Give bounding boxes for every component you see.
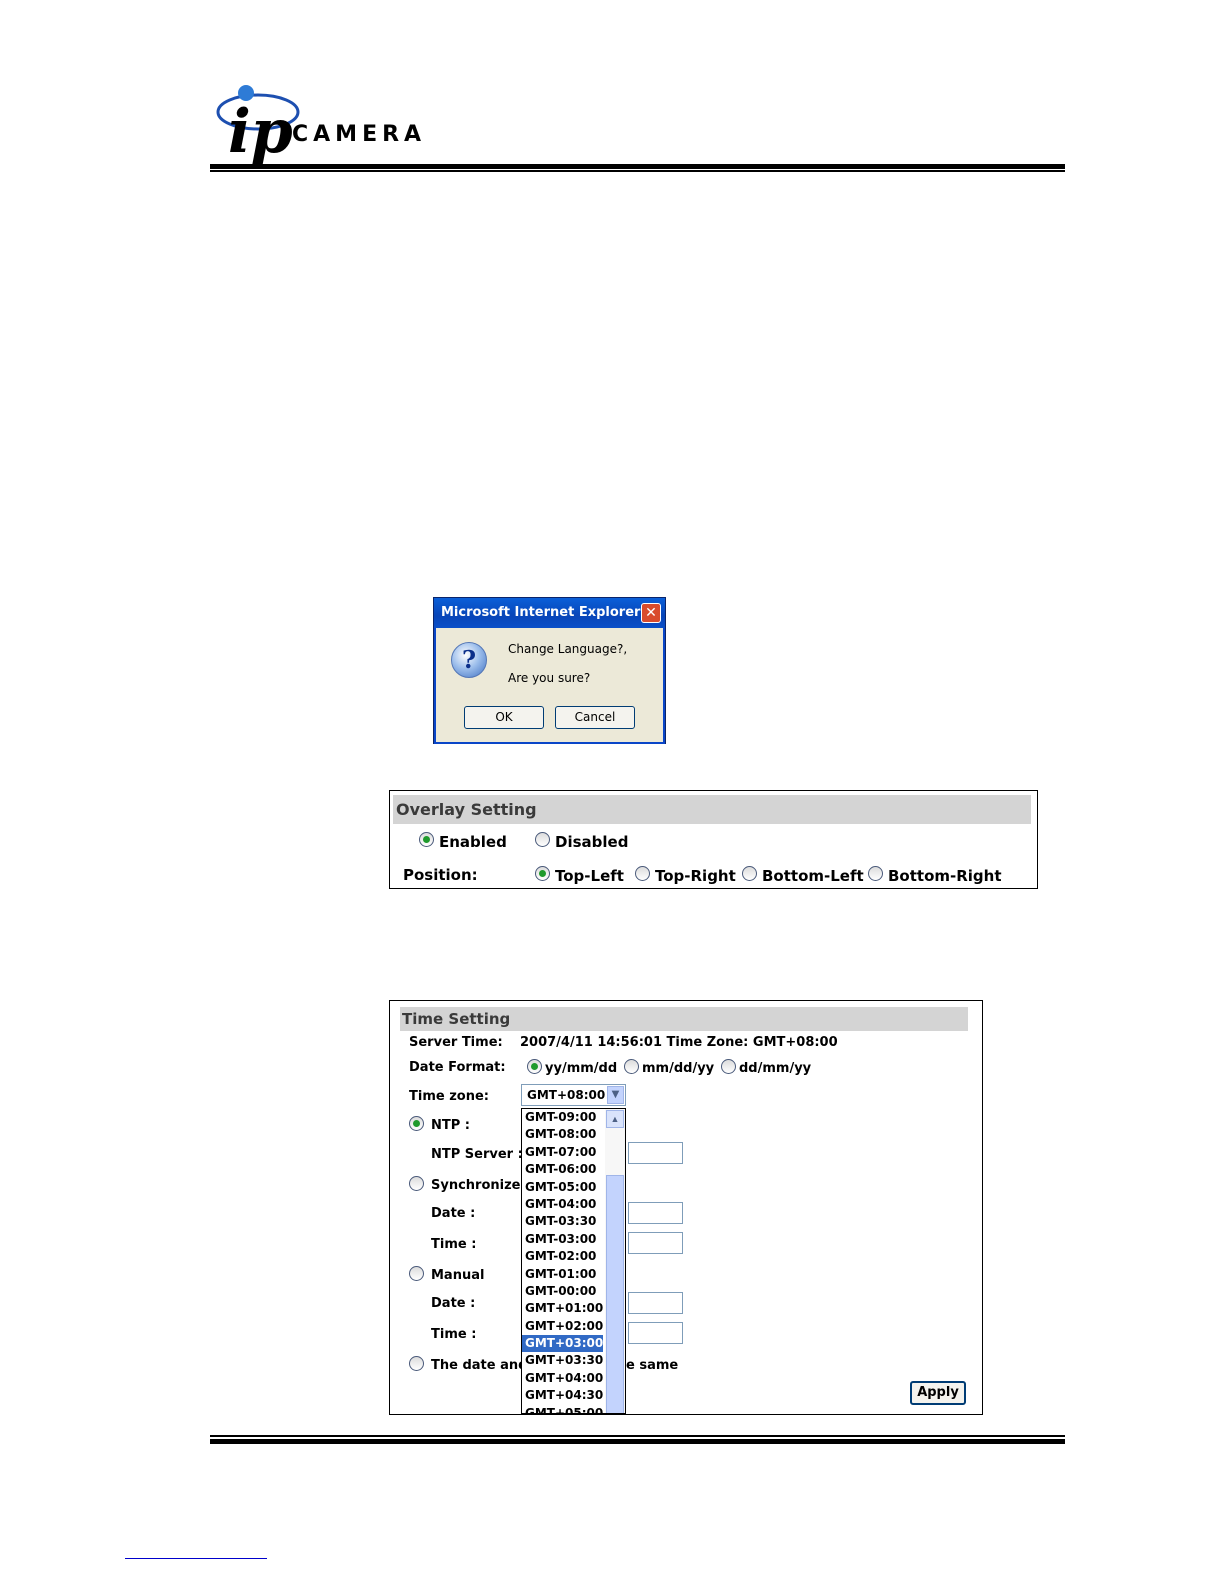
timezone-option[interactable]: GMT-01:00 [522,1266,603,1283]
footer-rule-thin [210,1435,1065,1437]
sync-radio[interactable] [409,1176,424,1191]
timezone-dropdown-list[interactable]: GMT-09:00 GMT-08:00 GMT-07:00 GMT-06:00 GMT-… [521,1108,626,1414]
date-format-label: Date Format: [409,1060,506,1075]
position-bottom-left-label: Bottom-Left [762,867,864,885]
timezone-option[interactable]: GMT-03:30 [522,1213,603,1230]
fmt-dmy-label: dd/mm/yy [739,1061,812,1076]
timezone-option[interactable]: GMT-04:00 [522,1196,603,1213]
ntp-server-label: NTP Server : [431,1147,523,1162]
timezone-option[interactable]: GMT-08:00 [522,1126,603,1143]
close-icon[interactable]: ✕ [641,603,661,623]
ntp-label: NTP : [431,1118,470,1133]
manual-time-input[interactable] [628,1322,683,1344]
position-bottom-right-label: Bottom-Right [888,867,1002,885]
sync-label: Synchronize [431,1178,521,1193]
confirm-dialog: Microsoft Internet Explorer ✕ ? Change L… [433,597,666,744]
ok-button[interactable]: OK [464,706,544,729]
manual-label: Manual [431,1268,485,1283]
fmt-ymd-label: yy/mm/dd [545,1061,618,1076]
manual-radio[interactable] [409,1266,424,1281]
position-top-left-label: Top-Left [555,867,624,885]
timezone-option[interactable]: GMT-09:00 [522,1109,603,1126]
server-time-value: 2007/4/11 14:56:01 Time Zone: GMT+08:00 [520,1035,838,1050]
logo-camera-text: CAMERA [292,122,427,147]
timezone-option[interactable]: GMT+02:00 [522,1318,603,1335]
dialog-title: Microsoft Internet Explorer [441,605,641,620]
timezone-option[interactable]: GMT-07:00 [522,1144,603,1161]
position-bottom-right-radio[interactable] [868,866,883,881]
timezone-option[interactable]: GMT-02:00 [522,1248,603,1265]
chevron-down-icon[interactable]: ▼ [607,1086,624,1104]
dropdown-scrollbar[interactable]: ▲ [605,1109,625,1413]
same-as-pc-radio[interactable] [409,1356,424,1371]
position-top-left-radio[interactable] [535,866,550,881]
same-as-pc-label-right: e same [626,1358,679,1373]
footer-rule [210,1439,1065,1444]
fmt-mdy-label: mm/dd/yy [642,1061,715,1076]
fmt-mdy-radio[interactable] [624,1059,639,1074]
timezone-option[interactable]: GMT-00:00 [522,1283,603,1300]
sync-time-input[interactable] [628,1232,683,1254]
sync-time-label: Time : [431,1237,477,1252]
overlay-disabled-label: Disabled [555,833,629,851]
sync-date-label: Date : [431,1206,476,1221]
timezone-option[interactable]: GMT-05:00 [522,1179,603,1196]
dialog-message-line2: Are you sure? [508,671,591,685]
manual-date-label: Date : [431,1296,476,1311]
timezone-option[interactable]: GMT-03:00 [522,1231,603,1248]
timezone-label: Time zone: [409,1089,489,1104]
time-heading: Time Setting [400,1007,968,1031]
position-top-right-radio[interactable] [635,866,650,881]
timezone-option[interactable]: GMT-06:00 [522,1161,603,1178]
header-rule [210,164,1065,169]
overlay-enabled-label: Enabled [439,833,507,851]
overlay-heading: Overlay Setting [393,795,1031,824]
overlay-disabled-radio[interactable] [535,832,550,847]
dialog-message-line1: Change Language?, [508,642,628,656]
timezone-select-value: GMT+08:00 [527,1088,606,1102]
position-label: Position: [403,866,478,884]
sync-date-input[interactable] [628,1202,683,1224]
manual-time-label: Time : [431,1327,477,1342]
question-icon: ? [451,642,487,678]
timezone-option[interactable]: GMT+03:30 [522,1352,603,1369]
timezone-option[interactable]: GMT+03:00 [522,1335,603,1353]
timezone-option[interactable]: GMT+04:00 [522,1370,603,1387]
ntp-server-input[interactable] [628,1142,683,1164]
position-bottom-left-radio[interactable] [742,866,757,881]
fmt-ymd-radio[interactable] [527,1059,542,1074]
manual-date-input[interactable] [628,1292,683,1314]
overlay-enabled-radio[interactable] [419,832,434,847]
timezone-option[interactable]: GMT+01:00 [522,1300,603,1317]
apply-button[interactable]: Apply [910,1381,966,1405]
timezone-option[interactable]: GMT+04:30 [522,1387,603,1404]
server-time-label: Server Time: [409,1035,503,1050]
ntp-radio[interactable] [409,1116,424,1131]
timezone-select[interactable]: GMT+08:00 ▼ [521,1084,626,1106]
footer-link-line [125,1558,267,1559]
dialog-title-bar: Microsoft Internet Explorer ✕ [434,598,665,628]
logo-ip-text: ip [228,97,293,166]
position-top-right-label: Top-Right [655,867,736,885]
fmt-dmy-radio[interactable] [721,1059,736,1074]
timezone-option[interactable]: GMT+05:00 [522,1405,603,1413]
cancel-button[interactable]: Cancel [555,706,635,729]
chevron-up-icon[interactable]: ▲ [606,1110,624,1128]
header-rule-thin [210,170,1065,172]
scroll-thumb[interactable] [606,1175,624,1413]
same-as-pc-label-left: The date and [431,1358,528,1373]
